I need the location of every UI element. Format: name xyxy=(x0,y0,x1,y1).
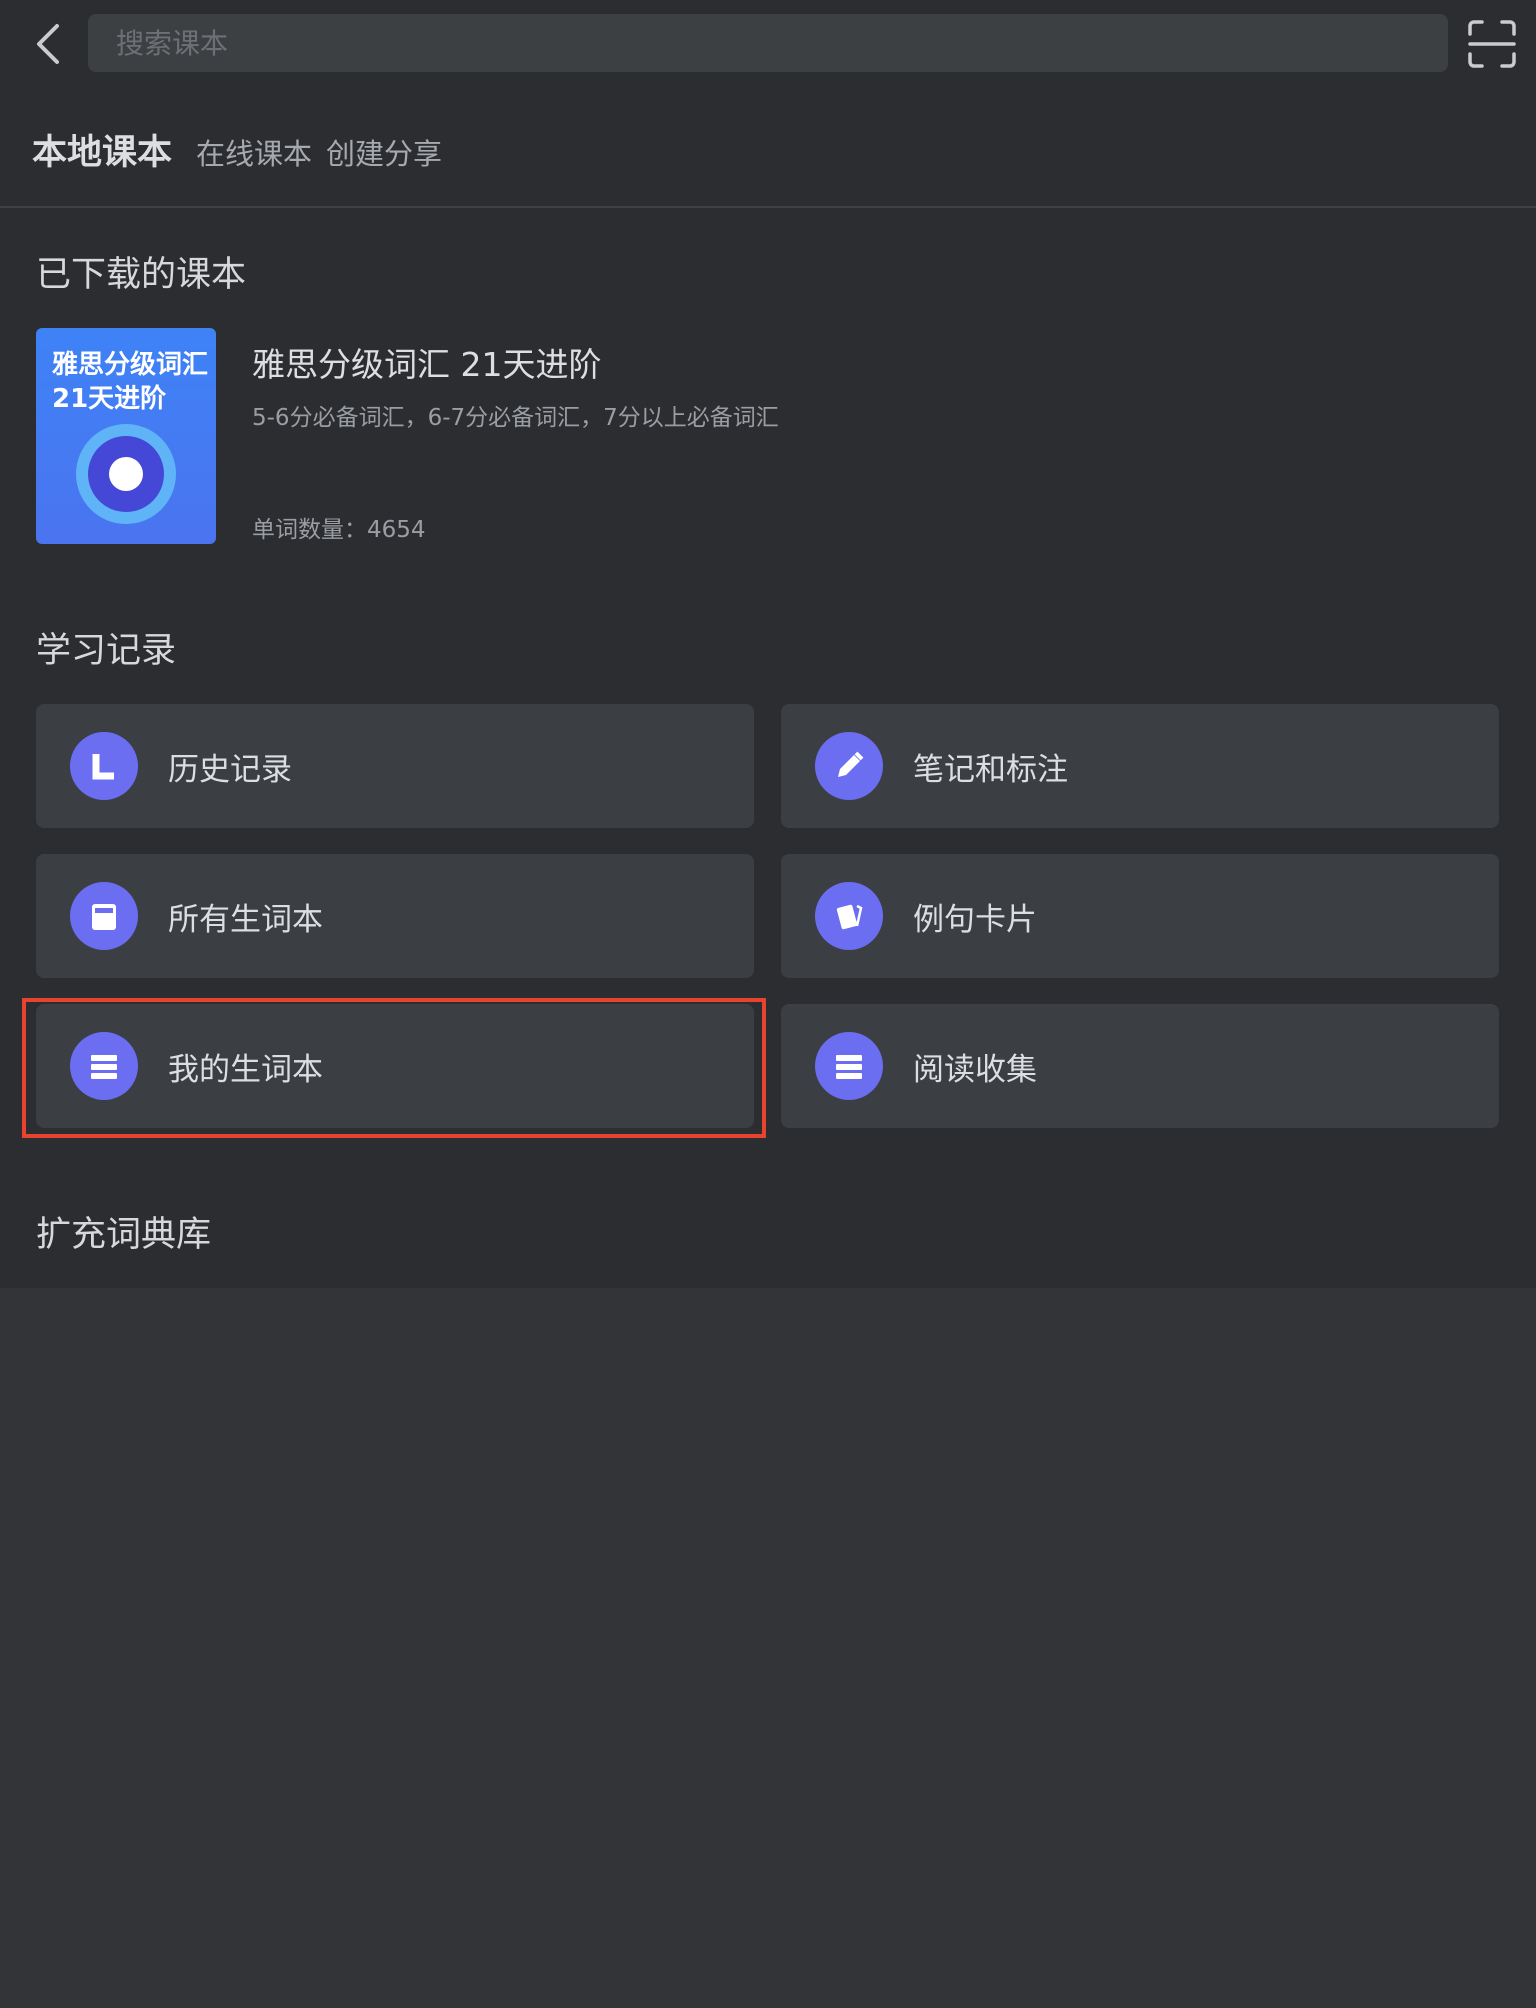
notes-label: 笔记和标注 xyxy=(913,752,1068,788)
downloaded-section-title: 已下载的课本 xyxy=(36,255,247,295)
book-word-count: 单词数量：4654 xyxy=(252,517,426,543)
clock-icon xyxy=(70,732,138,800)
book-description: 5-6分必备词汇，6-7分必备词汇，7分以上必备词汇 xyxy=(252,405,779,431)
list-icon xyxy=(70,1032,138,1100)
search-bar[interactable] xyxy=(88,14,1448,72)
history-button[interactable]: 历史记录 xyxy=(36,704,754,828)
notebook-icon xyxy=(70,882,138,950)
chevron-left-icon xyxy=(37,24,59,64)
divider xyxy=(0,206,1536,208)
book-title: 雅思分级词汇 21天进阶 xyxy=(252,345,602,384)
records-section-title: 学习记录 xyxy=(36,631,177,671)
cards-icon xyxy=(815,882,883,950)
reading-collection-label: 阅读收集 xyxy=(913,1052,1037,1088)
my-vocab-book-label: 我的生词本 xyxy=(168,1052,323,1088)
all-vocab-books-label: 所有生词本 xyxy=(168,902,323,938)
book-cover: 雅思分级词汇21天进阶 xyxy=(36,328,216,544)
tab-create-share[interactable]: 创建分享 xyxy=(326,131,442,173)
tab-bar: 本地课本 在线课本 创建分享 xyxy=(32,124,456,175)
tab-local-textbooks[interactable]: 本地课本 xyxy=(32,124,172,175)
list-icon xyxy=(815,1032,883,1100)
pencil-icon xyxy=(815,732,883,800)
cover-title: 雅思分级词汇21天进阶 xyxy=(52,350,209,414)
example-cards-button[interactable]: 例句卡片 xyxy=(781,854,1499,978)
history-label: 历史记录 xyxy=(168,752,292,788)
scan-button[interactable] xyxy=(1466,18,1518,70)
notes-button[interactable]: 笔记和标注 xyxy=(781,704,1499,828)
my-vocab-book-button[interactable]: 我的生词本 xyxy=(36,1004,754,1128)
tab-online-textbooks[interactable]: 在线课本 xyxy=(196,131,312,173)
back-button[interactable] xyxy=(18,14,78,74)
content-panel: 本地课本 在线课本 创建分享 已下载的课本 雅思分级词汇21天进阶 雅思分级词汇… xyxy=(0,0,1536,1288)
scan-icon xyxy=(1468,20,1516,68)
example-cards-label: 例句卡片 xyxy=(913,902,1037,938)
dictionary-section-title: 扩充词典库 xyxy=(36,1215,212,1255)
app-window: 本地课本 在线课本 创建分享 已下载的课本 雅思分级词汇21天进阶 雅思分级词汇… xyxy=(0,0,1536,2008)
search-input[interactable] xyxy=(88,14,1448,72)
textbook-item[interactable]: 雅思分级词汇21天进阶 雅思分级词汇 21天进阶 5-6分必备词汇，6-7分必备… xyxy=(36,328,1486,544)
all-vocab-books-button[interactable]: 所有生词本 xyxy=(36,854,754,978)
reading-collection-button[interactable]: 阅读收集 xyxy=(781,1004,1499,1128)
cover-target-icon xyxy=(76,424,176,524)
